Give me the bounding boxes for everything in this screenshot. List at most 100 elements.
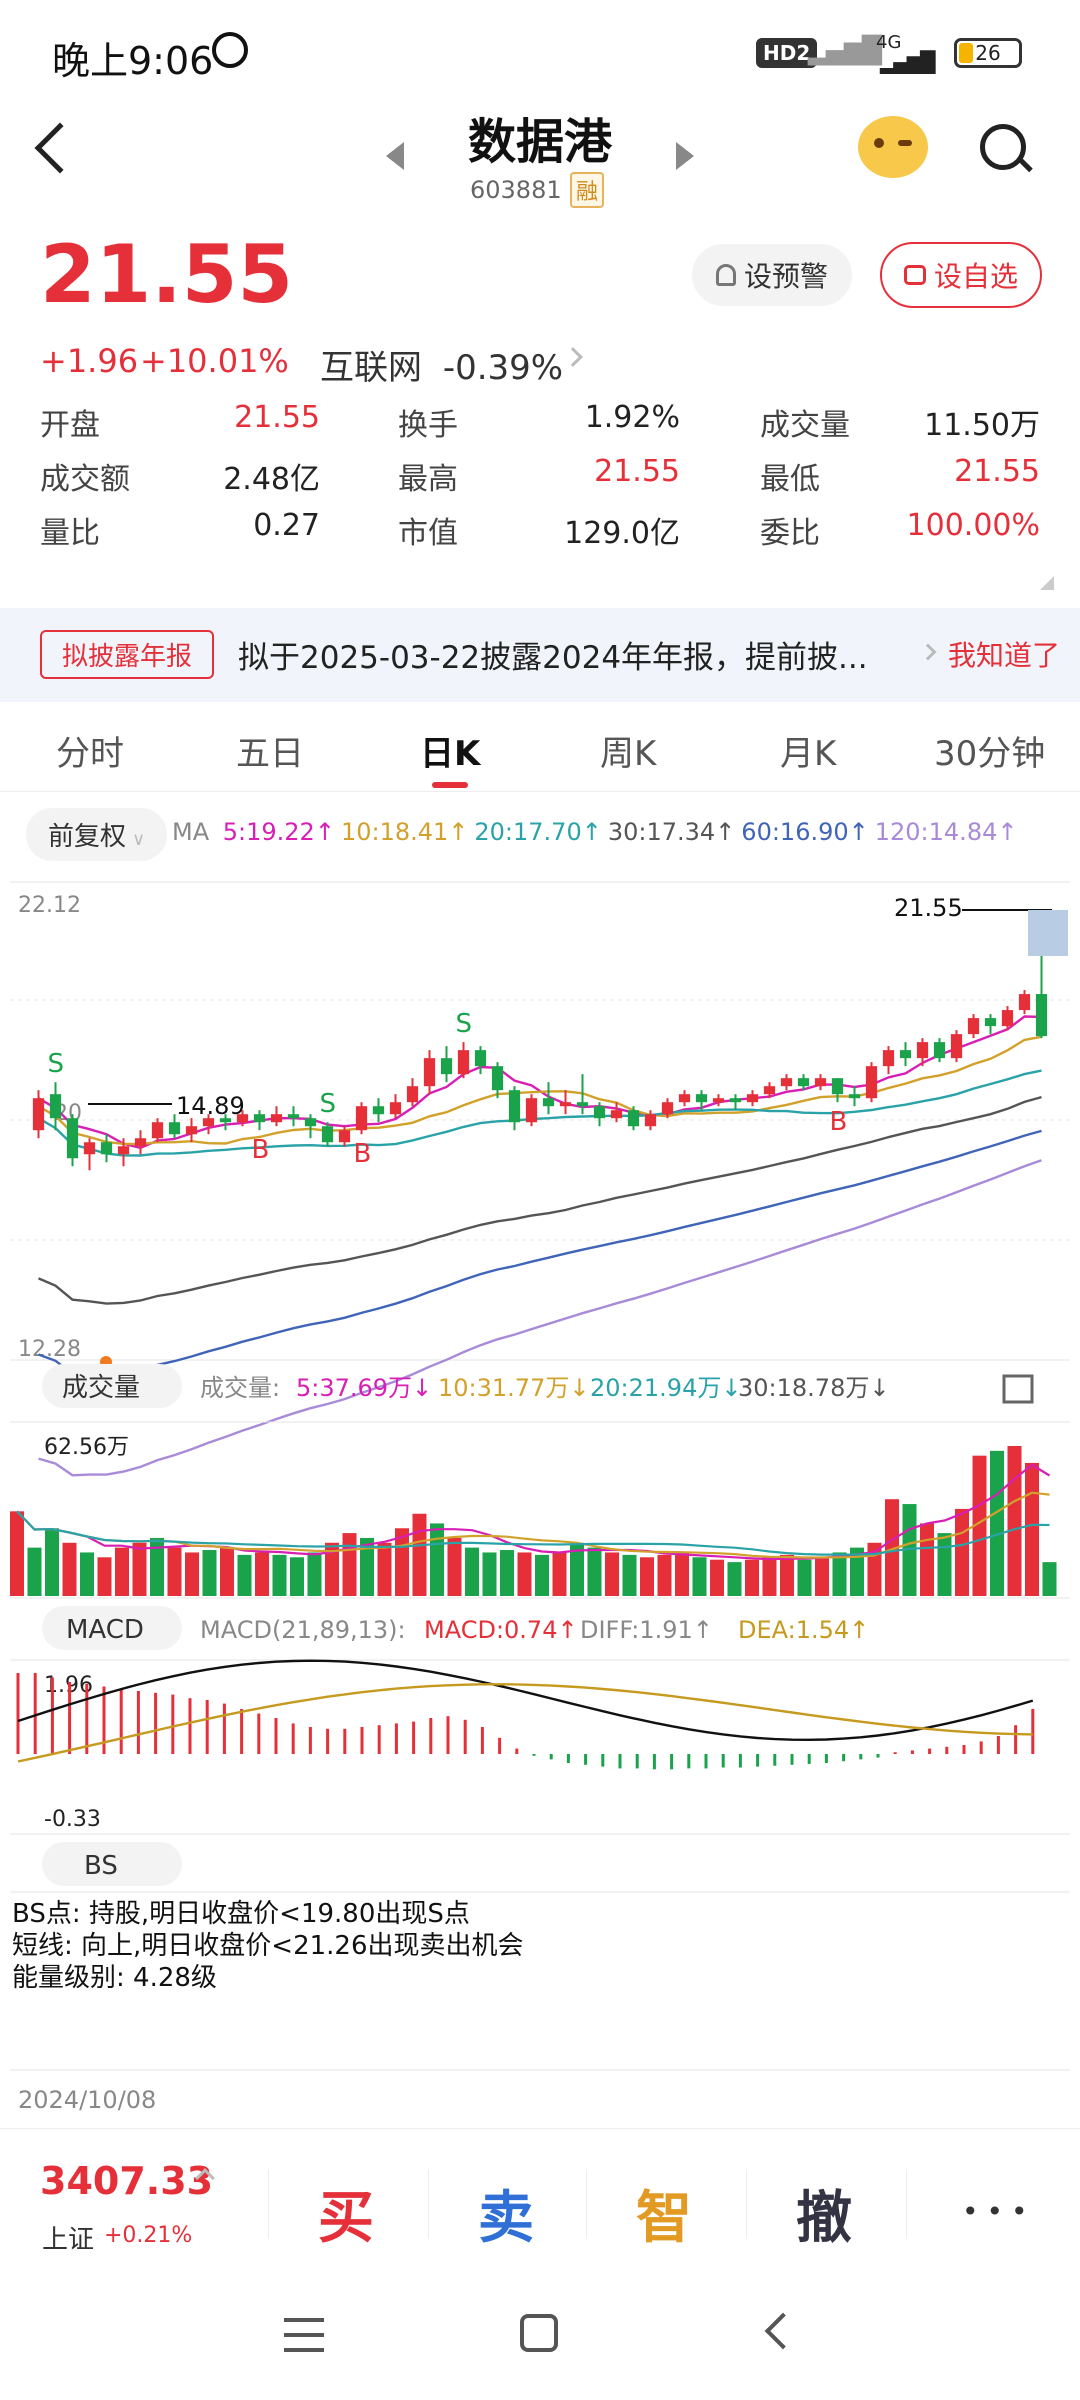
price-change: +1.96 [40, 342, 139, 380]
macd-line [17, 1683, 1033, 1763]
candle-body [712, 1098, 725, 1103]
battery-level: 26 [975, 41, 1001, 65]
candle-body [865, 1066, 878, 1099]
notice-text[interactable]: 拟于2025-03-22披露2024年年报，提前披... [238, 632, 878, 677]
candle-body [134, 1138, 147, 1147]
index-value[interactable]: 3407.33 [40, 2159, 213, 2203]
tab-30min[interactable]: 30分钟 [934, 726, 1045, 775]
stat-value: 1.92% [584, 400, 680, 435]
volume-bar [745, 1559, 759, 1596]
tab-weekly-k[interactable]: 周K [600, 726, 656, 775]
chevron-right-icon[interactable] [563, 347, 583, 367]
tab-daily-k[interactable]: 日K [420, 726, 480, 775]
prev-stock-icon[interactable] [386, 142, 404, 170]
volume-bar [710, 1559, 724, 1596]
stat-label: 成交量 [760, 408, 850, 443]
tab-intraday[interactable]: 分时 [56, 726, 124, 775]
candle-body [32, 1098, 45, 1131]
sell-button[interactable]: 卖 [478, 2173, 534, 2254]
volume-bar [587, 1547, 602, 1596]
macd-value: MACD:0.74↑ [424, 1616, 578, 1644]
volume-bar [167, 1547, 182, 1596]
candle-body [695, 1094, 708, 1103]
bs-marker: B [354, 1139, 372, 1169]
next-stock-icon[interactable] [676, 142, 694, 170]
watchlist-icon [903, 265, 926, 285]
stat-label: 量比 [40, 516, 100, 551]
stat-value: 129.0亿 [564, 516, 680, 551]
candle-body [780, 1078, 793, 1087]
bs-marker: S [456, 1009, 473, 1039]
notice-dismiss-button[interactable]: 我知道了 [948, 634, 1060, 674]
candle-body [1035, 994, 1048, 1037]
stat-value: 11.50万 [924, 408, 1040, 443]
set-alert-button[interactable]: 设预警 [692, 244, 852, 306]
candle-body [321, 1126, 334, 1143]
status-time: 晚上9:06 [52, 39, 214, 83]
candle-body [83, 1142, 96, 1155]
expand-corner-icon[interactable] [1040, 576, 1054, 590]
smart-button[interactable]: 智 [636, 2173, 692, 2254]
candle-body [644, 1114, 657, 1127]
volume-bar [1042, 1562, 1057, 1596]
search-icon[interactable] [980, 124, 1026, 170]
more-button[interactable]: ••• [962, 2195, 1036, 2228]
industry-name: 互联网 [320, 348, 422, 388]
candle-body [440, 1058, 453, 1075]
volume-bar [220, 1547, 234, 1596]
volume-bar [447, 1537, 462, 1596]
candle-body [100, 1142, 113, 1155]
tab-monthly-k[interactable]: 月K [780, 726, 836, 775]
menu-icon[interactable] [284, 2318, 324, 2352]
stock-code: 603881 [470, 176, 562, 204]
adjust-dropdown[interactable]: 前复权 ∨ [26, 808, 168, 861]
stat-value: 21.55 [954, 454, 1040, 489]
alarm-icon [212, 32, 248, 68]
mascot-icon[interactable] [858, 116, 928, 178]
divider [428, 2169, 429, 2239]
ma-value: 30:17.34↑ [607, 818, 736, 846]
volume-bar [132, 1542, 147, 1596]
candle-body [457, 1050, 470, 1075]
add-watchlist-button[interactable]: 设自选 [880, 242, 1042, 308]
volume-bar [10, 1511, 24, 1596]
system-nav-bar [0, 2280, 1080, 2400]
cancel-order-button[interactable]: 撤 [796, 2173, 852, 2254]
notice-banner[interactable]: 拟披露年报 拟于2025-03-22披露2024年年报，提前披... 我知道了 [0, 608, 1080, 702]
candle-body [899, 1050, 912, 1059]
back-icon[interactable] [34, 122, 86, 174]
industry-link[interactable]: 互联网 -0.39% [320, 340, 563, 389]
tab-five-day[interactable]: 五日 [236, 726, 304, 775]
ma-legend: MA 5:19.22↑ 10:18.41↑ 20:17.70↑ 30:17.34↑ 60… [172, 818, 1017, 846]
candle-body [389, 1102, 402, 1115]
chevron-down-icon: ∨ [132, 829, 146, 850]
candle-body [406, 1086, 419, 1103]
volume-bar [500, 1550, 514, 1596]
stat-value: 21.55 [594, 454, 680, 489]
stat-label: 委比 [760, 516, 820, 551]
candle-body [967, 1018, 980, 1035]
volume-bar [1025, 1462, 1039, 1596]
divider [906, 2169, 907, 2239]
edit-icon[interactable] [1002, 1374, 1034, 1404]
volume-bar [290, 1557, 304, 1596]
candle-body [763, 1086, 776, 1095]
dea-value: DEA:1.54↑ [738, 1616, 869, 1644]
candle-body [984, 1018, 997, 1027]
volume-bar [377, 1542, 392, 1596]
candle-body [814, 1078, 827, 1087]
notice-tag: 拟披露年报 [40, 630, 215, 679]
candle-body [491, 1066, 504, 1091]
candle-body [831, 1078, 844, 1095]
signal-icon: ▂▄▆█ [808, 36, 882, 66]
candle-body [610, 1110, 623, 1119]
buy-button[interactable]: 买 [318, 2173, 374, 2254]
active-tab-indicator [432, 782, 468, 788]
volume-bar [255, 1552, 269, 1596]
candle-body [270, 1114, 283, 1123]
stat-label: 最低 [760, 462, 820, 497]
nav-back-icon[interactable] [764, 2312, 802, 2350]
home-icon[interactable] [520, 2314, 558, 2352]
volume-bar [202, 1550, 217, 1596]
candle-body [661, 1102, 674, 1115]
